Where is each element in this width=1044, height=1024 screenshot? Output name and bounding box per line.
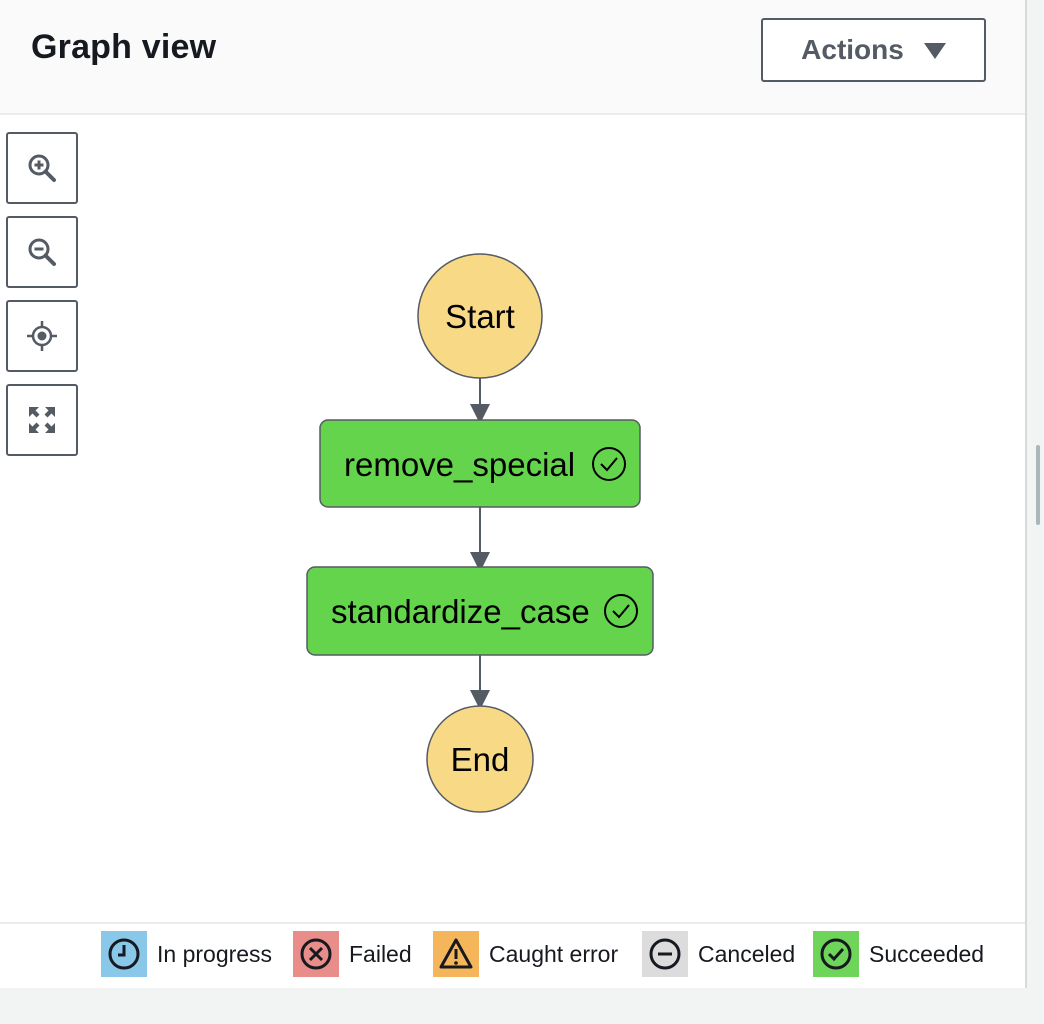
workflow-graph: Start remove_special standardize_case En… [306, 253, 654, 813]
node-end[interactable]: End [426, 705, 534, 813]
scrollbar-thumb[interactable] [1036, 445, 1040, 525]
legend-item-caught-error: Caught error [433, 931, 618, 977]
minus-circle-icon [642, 931, 688, 977]
legend-label: Caught error [489, 940, 619, 967]
clock-icon [101, 931, 147, 977]
node-remove-special-label: remove_special [344, 446, 575, 483]
legend-item-succeeded: Succeeded [813, 931, 984, 977]
graph-view-panel: Graph view Actions Start remove_special … [0, 0, 1027, 988]
x-circle-icon [293, 931, 339, 977]
node-start[interactable]: Start [417, 253, 543, 379]
node-start-label: Start [445, 298, 515, 335]
legend-item-canceled: Canceled [642, 931, 795, 977]
node-standardize-case[interactable]: standardize_case [306, 566, 654, 656]
node-remove-special[interactable]: remove_special [319, 419, 641, 508]
node-standardize-case-label: standardize_case [331, 593, 590, 630]
warning-icon [433, 931, 479, 977]
legend-item-failed: Failed [293, 931, 412, 977]
legend-label: Failed [349, 940, 412, 967]
legend-label: Succeeded [869, 940, 985, 967]
node-end-label: End [451, 741, 510, 778]
legend-item-in-progress: In progress [101, 931, 272, 977]
check-circle-icon [813, 931, 859, 977]
legend-label: Canceled [698, 940, 796, 967]
legend-label: In progress [157, 940, 273, 967]
status-legend: In progress Failed Caught error Canceled… [0, 922, 1025, 988]
